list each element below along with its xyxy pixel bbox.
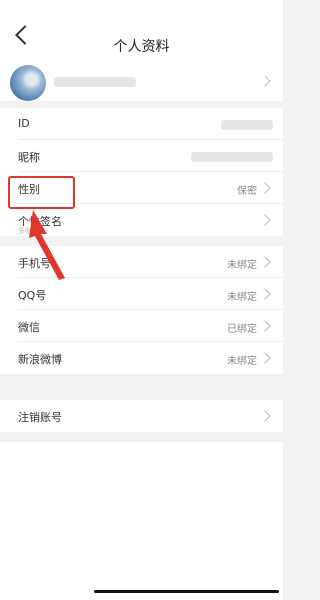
section-divider (0, 101, 283, 108)
chevron-right-icon (259, 182, 271, 194)
weibo-label: 新浪微博 (18, 353, 62, 366)
avatar (10, 65, 46, 101)
qq-status: 未绑定 (227, 292, 257, 303)
nickname-redacted (191, 152, 273, 162)
page-title: 个人资料 (113, 39, 170, 55)
section-divider (0, 374, 283, 400)
row-nickname[interactable]: 昵称 (0, 140, 283, 172)
wechat-label: 微信 (18, 321, 40, 334)
chevron-right-icon (259, 352, 271, 364)
gender-value: 保密 (237, 186, 257, 197)
row-cancel-account[interactable]: 注销账号 (0, 400, 283, 432)
username-redacted (54, 77, 136, 87)
row-id: ID (0, 108, 283, 140)
id-redacted (221, 120, 273, 130)
chevron-right-icon (259, 214, 271, 226)
chevron-right-icon (259, 288, 271, 300)
nickname-label: 昵称 (18, 151, 40, 164)
section-divider (0, 432, 283, 442)
weibo-status: 未绑定 (227, 356, 257, 367)
chevron-right-icon (259, 75, 271, 87)
wechat-status: 已绑定 (227, 324, 257, 335)
phone-status: 未绑定 (227, 260, 257, 271)
row-weibo[interactable]: 新浪微博 未绑定 (0, 342, 283, 374)
arrow-annotation (29, 210, 65, 280)
home-indicator (94, 590, 279, 593)
cancel-account-label: 注销账号 (18, 411, 62, 424)
chevron-right-icon (259, 410, 271, 422)
profile-avatar-row[interactable] (0, 59, 283, 101)
profile-screen: 个人资料 ID 昵称 性别 保密 个性签名 多账号 手机号 未绑定 QQ号 未绑… (0, 0, 283, 600)
qq-label: QQ号 (18, 289, 47, 302)
row-wechat[interactable]: 微信 已绑定 (0, 310, 283, 342)
nav-bar: 个人资料 (0, 0, 283, 56)
chevron-right-icon (259, 256, 271, 268)
id-label: ID (18, 117, 30, 130)
row-qq[interactable]: QQ号 未绑定 (0, 278, 283, 310)
signature-highlight-box (8, 176, 75, 209)
chevron-right-icon (259, 320, 271, 332)
